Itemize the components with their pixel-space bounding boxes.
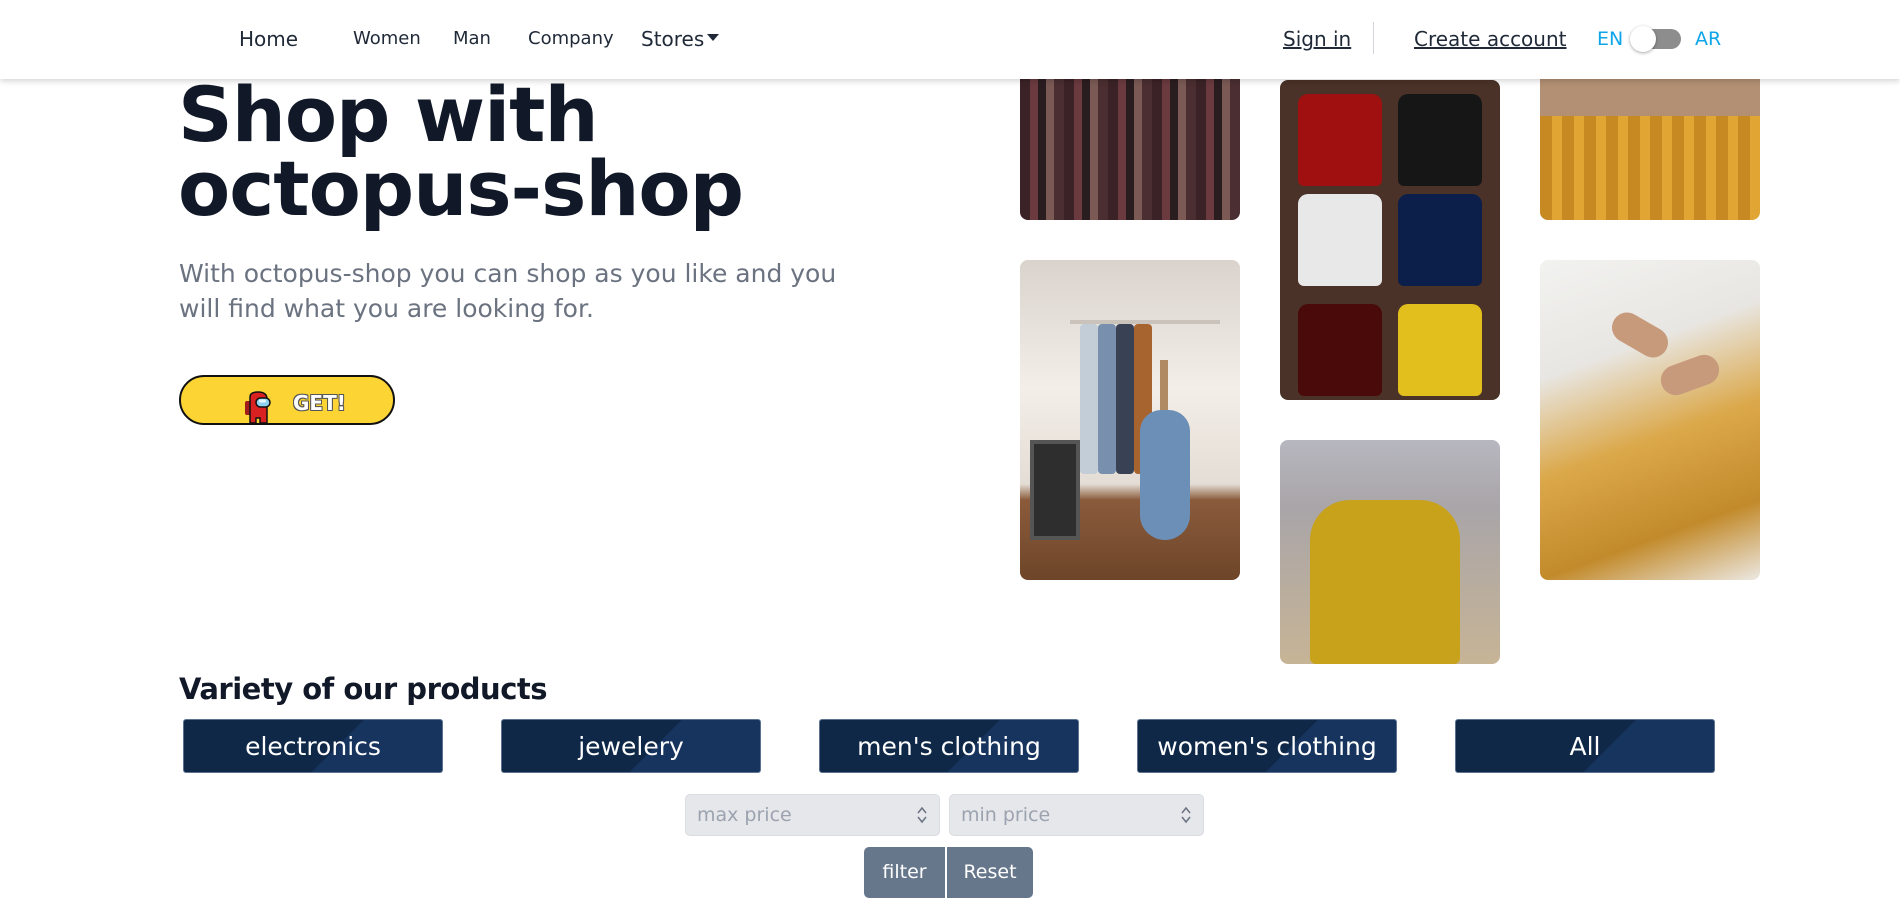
tshirt xyxy=(1398,194,1482,286)
language-en-label: EN xyxy=(1597,28,1624,50)
create-account-link[interactable]: Create account xyxy=(1414,27,1567,51)
yellow-sweater xyxy=(1310,500,1460,664)
top-navbar: Home Women Man Company Stores Sign in Cr… xyxy=(0,0,1900,79)
wardrobe-guitar-photo xyxy=(1020,260,1240,580)
nav-home-link[interactable]: Home xyxy=(239,27,298,51)
reset-button[interactable]: Reset xyxy=(947,847,1033,898)
number-spinner-icon[interactable] xyxy=(917,805,927,825)
folded-tshirts-photo xyxy=(1280,80,1500,400)
min-price-placeholder: min price xyxy=(961,804,1051,826)
coat xyxy=(1116,324,1134,474)
nav-women-link[interactable]: Women xyxy=(353,28,421,49)
tshirt xyxy=(1398,304,1482,396)
hand xyxy=(1656,350,1724,400)
crewmate-icon xyxy=(245,391,271,424)
guitar xyxy=(1140,410,1190,540)
sign-in-link[interactable]: Sign in xyxy=(1283,27,1351,51)
category-button-electronics[interactable]: electronics xyxy=(183,719,443,773)
hero-title-line-1: Shop with xyxy=(178,70,599,159)
hero-subtitle: With octopus-shop you can shop as you li… xyxy=(179,259,837,323)
nav-stores-dropdown[interactable]: Stores xyxy=(641,27,720,51)
coat xyxy=(1080,324,1098,474)
category-button-jewelery[interactable]: jewelery xyxy=(501,719,761,773)
hand xyxy=(1606,307,1674,363)
hero-title: Shop with octopus-shop xyxy=(178,70,878,233)
sewing-fabric-photo xyxy=(1540,260,1760,580)
knit-fabric-photo xyxy=(1540,60,1760,220)
nav-divider xyxy=(1373,22,1374,54)
yellow-sweater-photo xyxy=(1280,440,1500,664)
coat xyxy=(1098,324,1116,474)
hero-title-line-2: octopus-shop xyxy=(178,144,744,233)
max-price-placeholder: max price xyxy=(697,804,792,826)
get-button-label: GET! xyxy=(293,391,346,415)
min-price-input[interactable]: min price xyxy=(949,794,1204,836)
tshirt xyxy=(1298,194,1382,286)
nav-company-link[interactable]: Company xyxy=(528,28,614,49)
language-toggle-knob[interactable] xyxy=(1630,26,1656,52)
clothing-rack-photo xyxy=(1020,60,1240,220)
category-button-womens-clothing[interactable]: women's clothing xyxy=(1137,719,1397,773)
tshirt xyxy=(1298,304,1382,396)
tshirt xyxy=(1398,94,1482,186)
number-spinner-icon[interactable] xyxy=(1181,805,1191,825)
max-price-input[interactable]: max price xyxy=(685,794,940,836)
products-section-title: Variety of our products xyxy=(179,672,548,706)
category-button-mens-clothing[interactable]: men's clothing xyxy=(819,719,1079,773)
nav-man-link[interactable]: Man xyxy=(453,28,491,49)
get-button[interactable]: GET! xyxy=(179,375,395,425)
nav-stores-label: Stores xyxy=(641,27,705,51)
language-ar-label: AR xyxy=(1695,28,1722,50)
tshirt xyxy=(1298,94,1382,186)
category-button-all[interactable]: All xyxy=(1455,719,1715,773)
filter-button[interactable]: filter xyxy=(864,847,945,898)
picture-frame xyxy=(1030,440,1080,540)
chevron-down-icon xyxy=(707,34,720,41)
